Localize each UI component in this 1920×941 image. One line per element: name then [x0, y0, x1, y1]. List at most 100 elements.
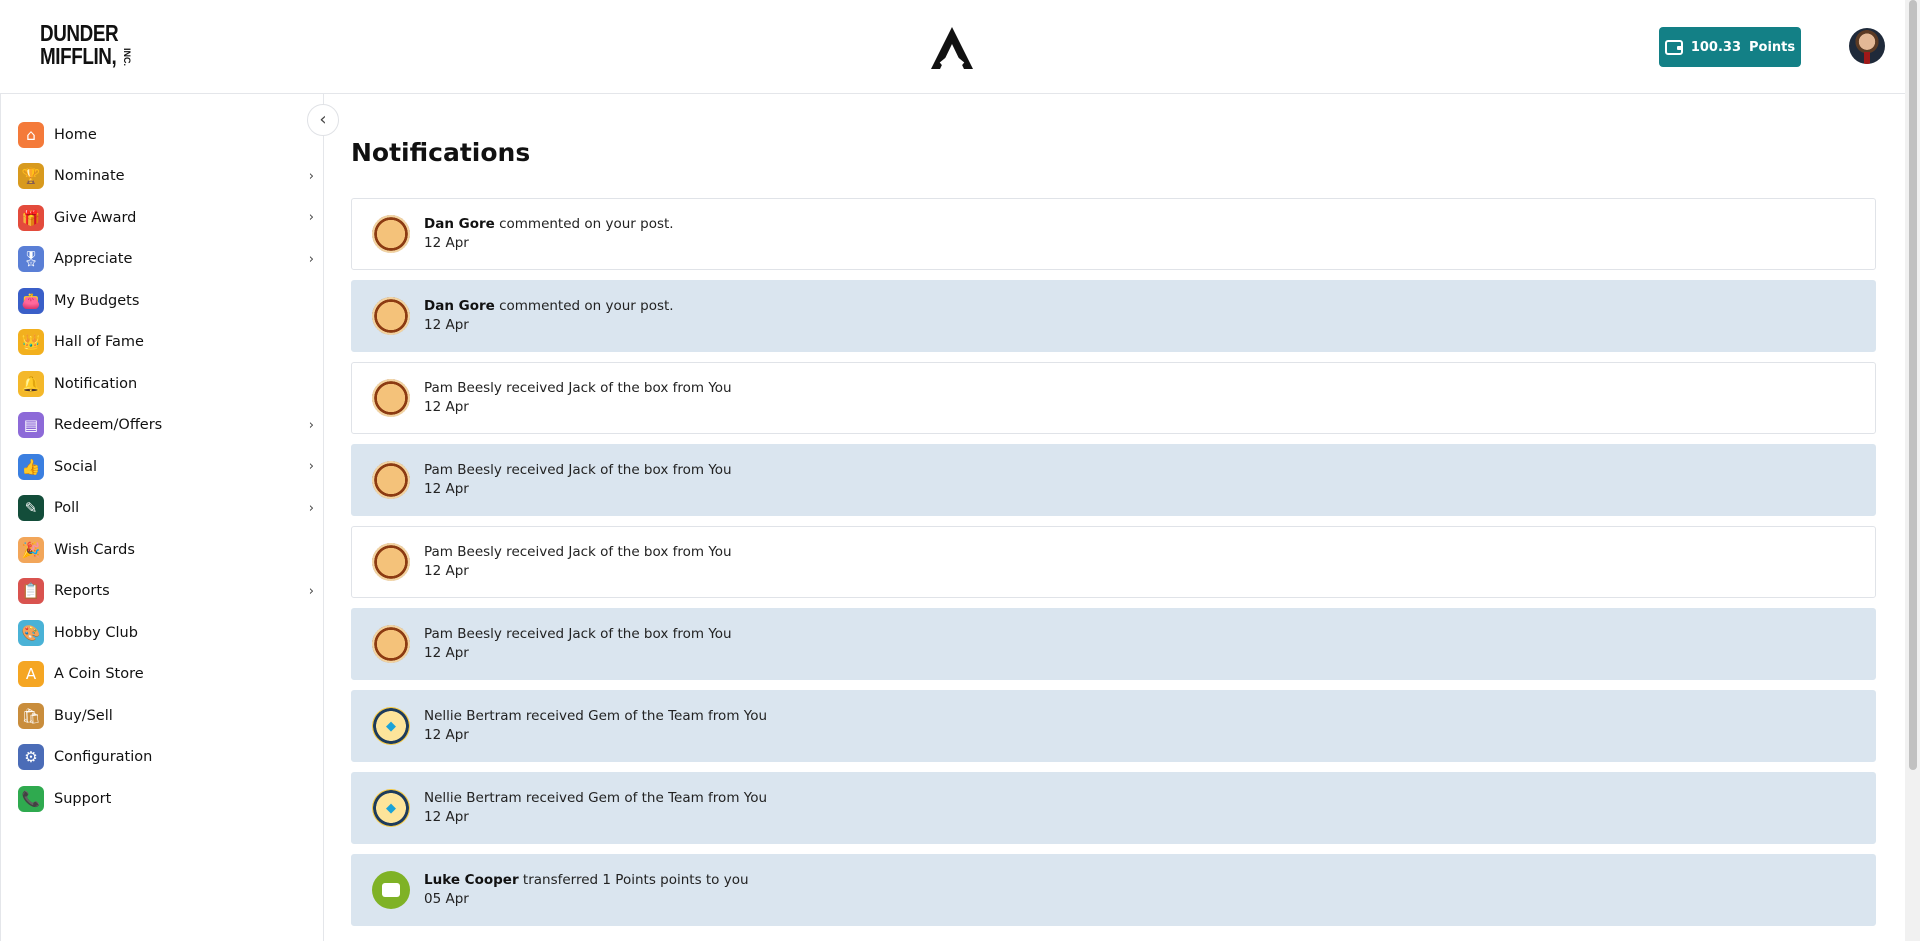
notification-text: Dan Gore commented on your post. 12 Apr [424, 297, 674, 335]
chevron-right-icon[interactable]: › [309, 169, 314, 184]
notification-date: 12 Apr [424, 727, 469, 743]
poll-icon: ✎ [18, 495, 44, 522]
points-value: 100.33 [1690, 39, 1742, 55]
notification-item[interactable]: Pam Beesly received Jack of the box from… [351, 608, 1876, 680]
crown-icon: 👑 [18, 329, 44, 356]
coin-icon: A [18, 661, 44, 688]
notification-item[interactable]: Pam Beesly received Jack of the box from… [351, 362, 1876, 434]
clipboard-icon: 📋 [18, 578, 44, 605]
notification-actor: Luke Cooper [424, 872, 519, 888]
house-icon: ⌂ [18, 121, 44, 148]
notification-date: 12 Apr [424, 481, 469, 497]
sidebar-item-label: Reports [54, 583, 110, 600]
chevron-right-icon[interactable]: › [309, 418, 314, 433]
gem-of-the-team-badge-icon: ◆ [372, 707, 410, 745]
page-title: Notifications [351, 138, 531, 167]
sidebar-item-home[interactable]: ⌂ Home [1, 114, 324, 156]
sidebar-item-buy-sell[interactable]: 🛍 Buy/Sell [1, 695, 324, 737]
sidebar-item-configuration[interactable]: ⚙ Configuration [1, 737, 324, 779]
gem-of-the-team-badge-icon: ◆ [372, 789, 410, 827]
points-balance-button[interactable]: 100.33 Points [1659, 27, 1801, 67]
config-icon: ⚙ [18, 744, 44, 771]
sidebar-item-notification[interactable]: 🔔 Notification [1, 363, 324, 405]
logo-inc: INC. [122, 48, 132, 66]
medal-icon: 🎖 [18, 246, 44, 273]
notification-item[interactable]: Dan Gore commented on your post. 12 Apr [351, 280, 1876, 352]
notification-item[interactable]: Dan Gore commented on your post. 12 Apr [351, 198, 1876, 270]
sidebar-item-social[interactable]: 👍 Social › [1, 446, 324, 488]
sidebar-item-label: Poll [54, 500, 80, 517]
gift-icon: 🎁 [18, 204, 44, 231]
notification-text: Nellie Bertram received Gem of the Team … [424, 707, 767, 745]
sidebar-item-poll[interactable]: ✎ Poll › [1, 488, 324, 530]
like-icon: 👍 [18, 453, 44, 480]
notification-text: Dan Gore commented on your post. 12 Apr [424, 215, 674, 253]
wallet-icon [1664, 39, 1683, 55]
sidebar-item-label: Nominate [54, 168, 125, 185]
sidebar-nav: ⌂ Home 🏆 Nominate › 🎁 Give Award › 🎖 Appreciate › 👛… [1, 114, 324, 820]
sidebar-item-label: Hall of Fame [54, 334, 144, 351]
brand-a-logo-icon[interactable] [928, 24, 976, 72]
chevron-right-icon[interactable]: › [309, 501, 314, 516]
page-scrollbar[interactable] [1905, 0, 1920, 941]
notification-message-line: Pam Beesly received Jack of the box from… [424, 461, 732, 480]
sidebar-item-wish-cards[interactable]: 🎉 Wish Cards [1, 529, 324, 571]
user-avatar[interactable] [1849, 28, 1885, 64]
sidebar-item-reports[interactable]: 📋 Reports › [1, 571, 324, 613]
top-header: DUNDER MIFFLIN, INC. 100.33 Points [0, 0, 1905, 94]
notification-message-line: Pam Beesly received Jack of the box from… [424, 543, 732, 562]
sidebar-item-my-budgets[interactable]: 👛 My Budgets [1, 280, 324, 322]
sidebar-item-nominate[interactable]: 🏆 Nominate › [1, 156, 324, 198]
palette-icon: 🎨 [18, 619, 44, 646]
jack-of-the-box-badge-icon [372, 215, 410, 253]
notification-message: Pam Beesly received Jack of the box from… [424, 544, 732, 560]
notification-actor: Dan Gore [424, 298, 495, 314]
notification-item[interactable]: ◆ Nellie Bertram received Gem of the Team… [351, 690, 1876, 762]
shopping-bags-icon: 🛍 [18, 702, 44, 729]
scrollbar-thumb[interactable] [1909, 0, 1917, 770]
sidebar-item-redeem-offers[interactable]: ▤ Redeem/Offers › [1, 405, 324, 447]
voucher-icon: ▤ [18, 412, 44, 439]
sidebar-item-label: My Budgets [54, 292, 140, 309]
notification-message: Nellie Bertram received Gem of the Team … [424, 708, 768, 724]
sidebar-item-support[interactable]: 📞 Support [1, 778, 324, 820]
sidebar-item-label: Configuration [54, 749, 153, 766]
notification-list: Dan Gore commented on your post. 12 Apr Da… [351, 198, 1876, 936]
notification-date: 05 Apr [424, 891, 469, 907]
notification-date: 12 Apr [424, 235, 469, 251]
sidebar-item-a-coin-store[interactable]: A A Coin Store [1, 654, 324, 696]
sidebar-item-appreciate[interactable]: 🎖 Appreciate › [1, 239, 324, 281]
company-logo[interactable]: DUNDER MIFFLIN, INC. [40, 22, 136, 74]
phone-icon: 📞 [18, 785, 44, 812]
notification-text: Pam Beesly received Jack of the box from… [424, 625, 732, 663]
chevron-right-icon[interactable]: › [309, 252, 314, 267]
jack-of-the-box-badge-icon [372, 297, 410, 335]
sidebar-item-hall-of-fame[interactable]: 👑 Hall of Fame [1, 322, 324, 364]
chevron-right-icon[interactable]: › [309, 210, 314, 225]
notification-date: 12 Apr [424, 399, 469, 415]
sidebar-item-give-award[interactable]: 🎁 Give Award › [1, 197, 324, 239]
sidebar-item-label: Give Award [54, 209, 137, 226]
notification-message: transferred 1 Points points to you [518, 872, 749, 888]
chevron-left-icon: ‹ [319, 109, 327, 130]
notification-message: commented on your post. [494, 298, 674, 314]
sidebar-item-label: Appreciate [54, 251, 133, 268]
notification-text: Pam Beesly received Jack of the box from… [424, 379, 732, 417]
chevron-right-icon[interactable]: › [309, 459, 314, 474]
notification-message: Pam Beesly received Jack of the box from… [424, 462, 732, 478]
notification-item[interactable]: ◆ Nellie Bertram received Gem of the Team… [351, 772, 1876, 844]
notification-message-line: Nellie Bertram received Gem of the Team … [424, 789, 767, 808]
notification-message-line: Nellie Bertram received Gem of the Team … [424, 707, 767, 726]
sidebar-collapse-button[interactable]: ‹ [307, 104, 339, 136]
notification-item[interactable]: Pam Beesly received Jack of the box from… [351, 526, 1876, 598]
bell-icon: 🔔 [18, 370, 44, 397]
chevron-right-icon[interactable]: › [309, 584, 314, 599]
sidebar-item-hobby-club[interactable]: 🎨 Hobby Club [1, 612, 324, 654]
logo-line-1: DUNDER [40, 20, 119, 46]
notification-item[interactable]: Luke Cooper transferred 1 Points points … [351, 854, 1876, 926]
sidebar-item-label: Wish Cards [54, 541, 135, 558]
notification-item[interactable]: Pam Beesly received Jack of the box from… [351, 444, 1876, 516]
notification-text: Pam Beesly received Jack of the box from… [424, 461, 732, 499]
sidebar-item-label: Notification [54, 375, 138, 392]
jack-of-the-box-badge-icon [372, 543, 410, 581]
